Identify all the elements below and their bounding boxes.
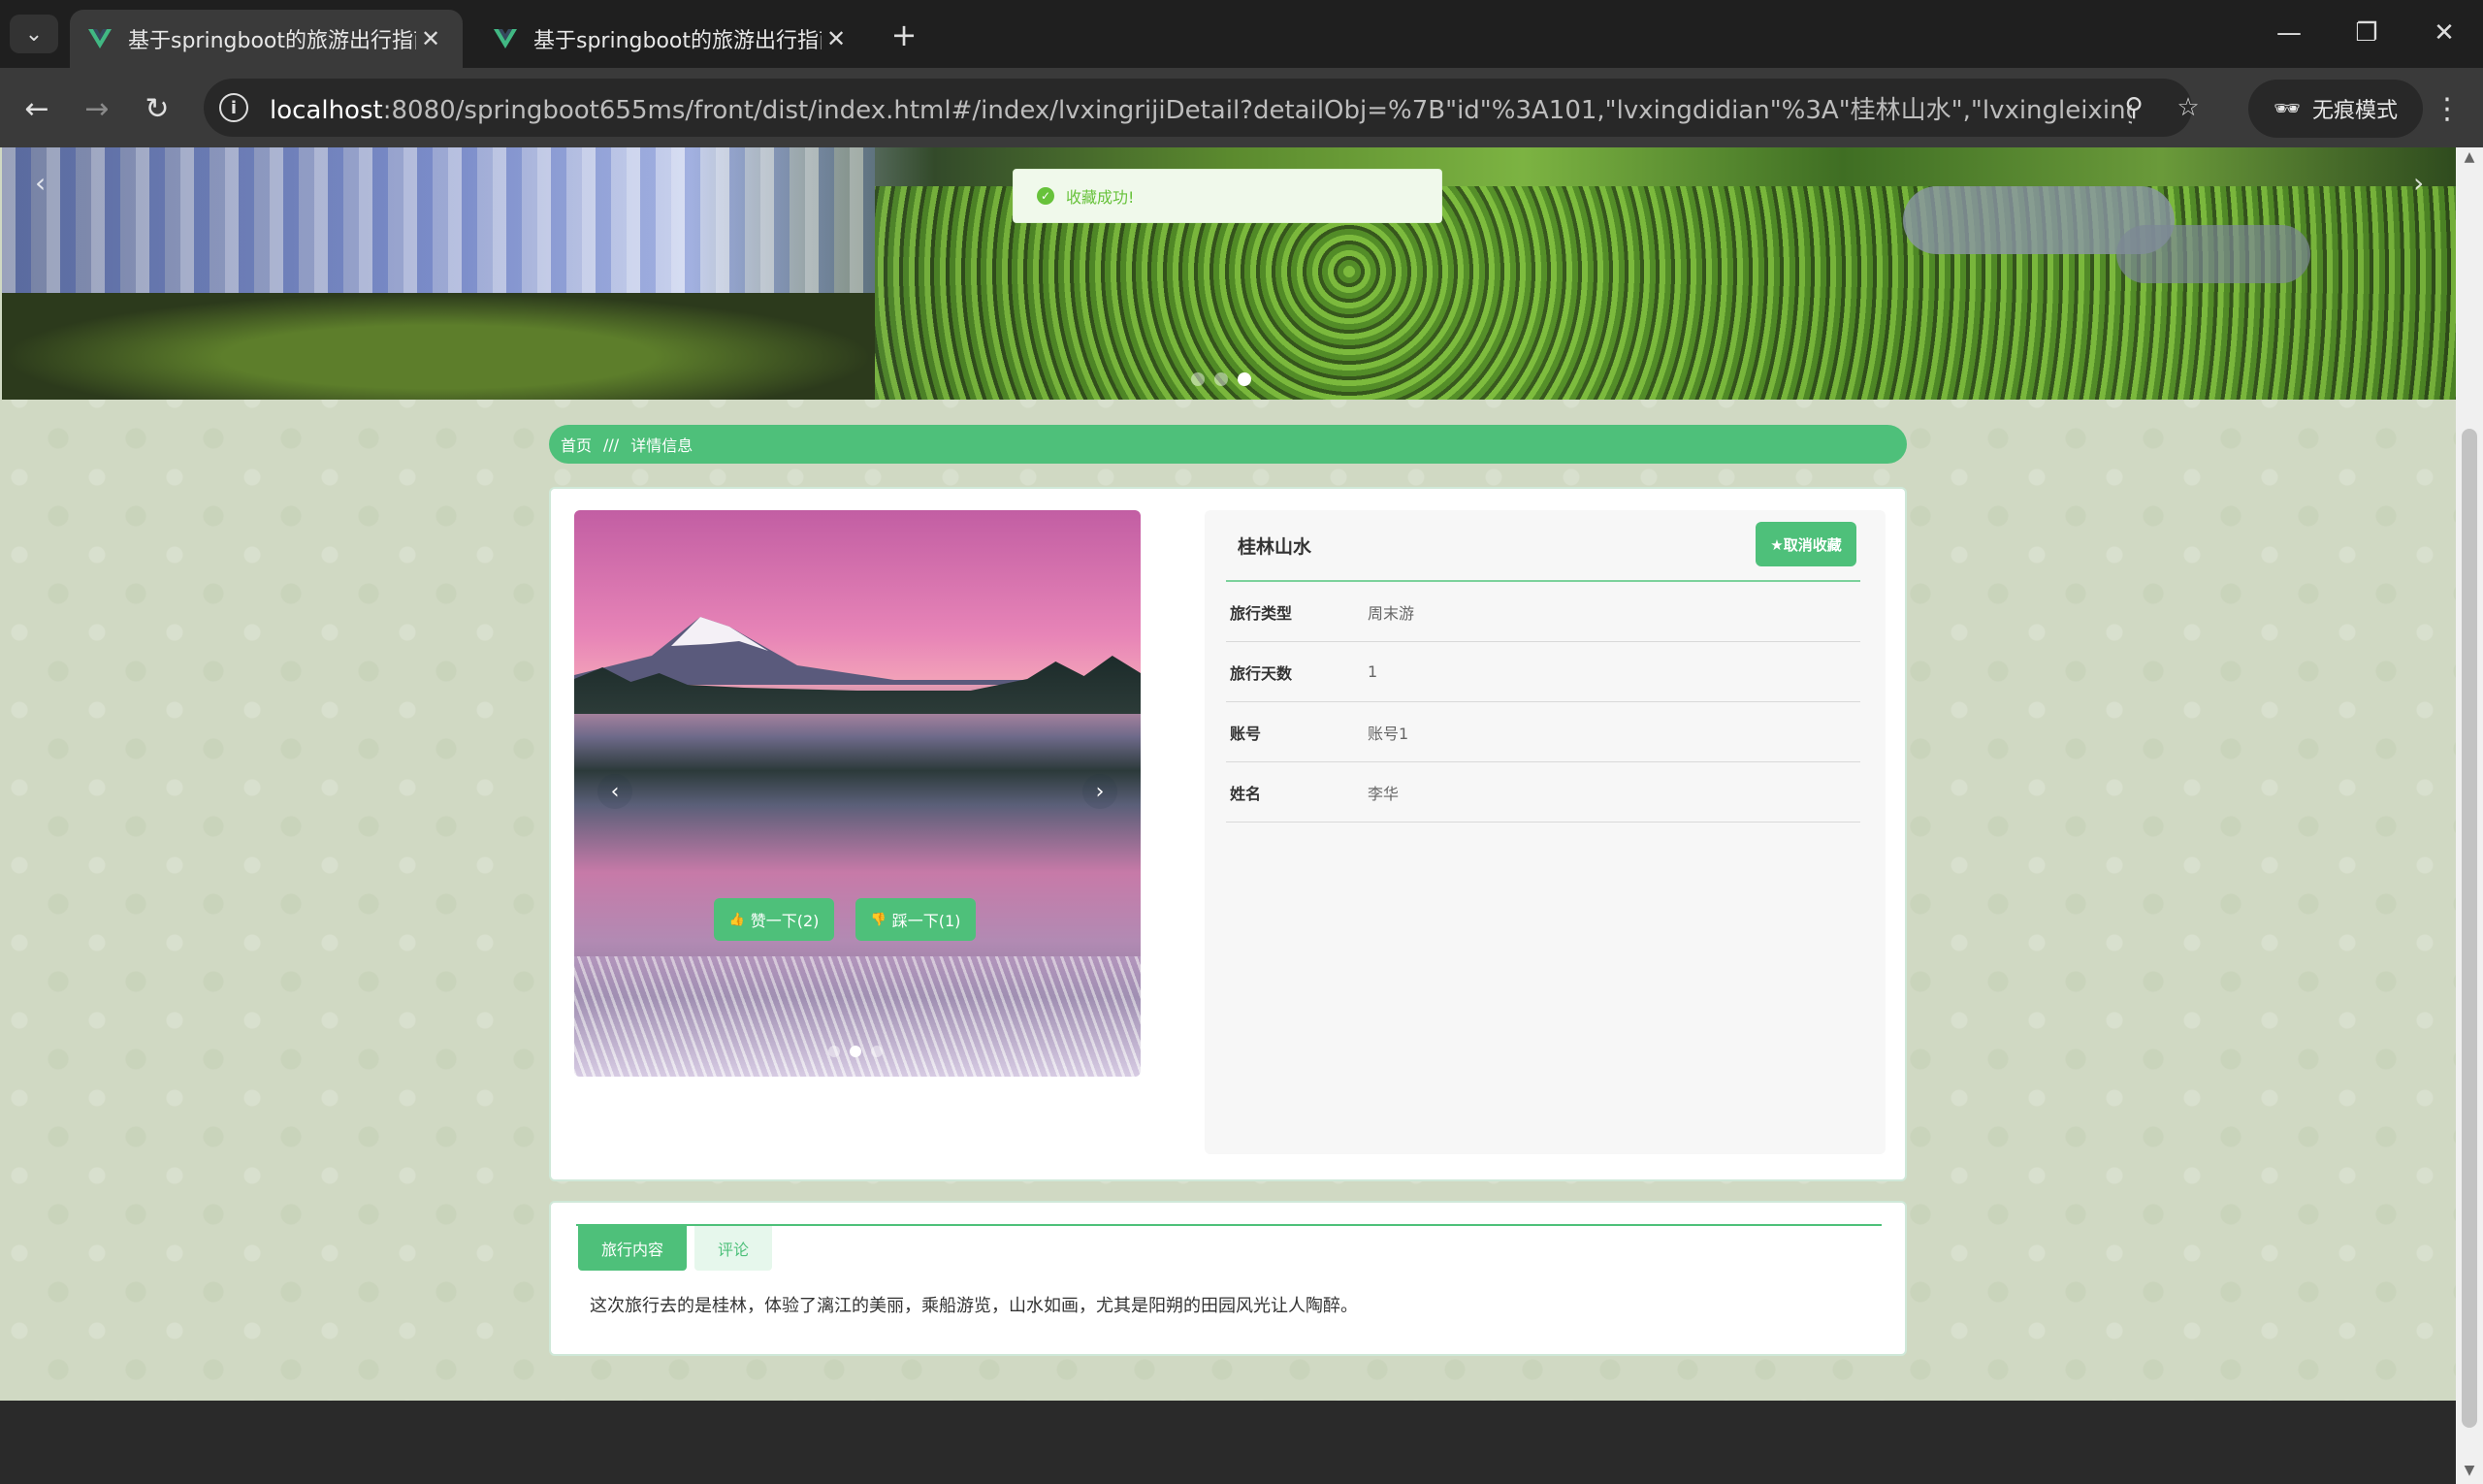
banner-dot[interactable]	[1214, 372, 1228, 386]
field-row: 旅行天数 1	[1226, 642, 1860, 702]
thumb-down-icon: 👎	[870, 912, 887, 927]
dislike-button[interactable]: 👎 踩一下(1)	[855, 898, 976, 941]
detail-card: ‹ › 桂林山水 ★取消收藏 旅行类型 周末游 旅行天数 1 账号 账号1 姓名…	[549, 487, 1907, 1181]
photo-next-icon[interactable]: ›	[1082, 774, 1117, 809]
photo-prev-icon[interactable]: ‹	[597, 774, 632, 809]
incognito-label: 无痕模式	[2311, 99, 2398, 123]
minimize-button[interactable]: —	[2260, 12, 2318, 54]
field-label: 姓名	[1230, 784, 1262, 803]
toast-message: 收藏成功!	[1066, 188, 1135, 207]
like-label: 赞一下(2)	[750, 912, 820, 930]
tab-comments[interactable]: 评论	[694, 1226, 772, 1271]
banner-dot-active[interactable]	[1238, 372, 1251, 386]
photo-dot-active[interactable]	[850, 1046, 861, 1057]
tab-title: 基于springboot的旅游出行指南	[128, 29, 416, 53]
field-value: 账号1	[1368, 724, 1409, 743]
zoom-icon[interactable]: ⚲	[2116, 90, 2151, 125]
field-label: 旅行类型	[1230, 603, 1293, 623]
photo-indicators	[828, 1046, 883, 1057]
browser-tab-active[interactable]: 基于springboot的旅游出行指南 ✕	[70, 10, 463, 68]
window-close-button[interactable]: ✕	[2415, 12, 2473, 54]
unfavorite-button[interactable]: ★取消收藏	[1756, 522, 1856, 566]
incognito-icon: 🕶	[2273, 96, 2301, 121]
address-bar[interactable]: i localhost:8080/springboot655ms/front/d…	[204, 79, 2200, 137]
back-button[interactable]: ←	[16, 87, 58, 130]
restore-button[interactable]: ❐	[2338, 12, 2396, 54]
check-icon: ✓	[1037, 187, 1054, 205]
field-value: 李华	[1368, 784, 1400, 803]
bookmark-star-icon[interactable]: ☆	[2171, 90, 2206, 125]
scrollbar-thumb[interactable]	[2462, 429, 2477, 1428]
photo-carousel: ‹ ›	[574, 510, 1141, 1077]
url-text[interactable]: localhost:8080/springboot655ms/front/dis…	[270, 90, 2132, 126]
tab-title: 基于springboot的旅游出行指南	[533, 29, 822, 53]
field-row: 旅行类型 周末游	[1226, 582, 1860, 642]
tab-travel-content[interactable]: 旅行内容	[578, 1226, 687, 1271]
browser-tab[interactable]: 基于springboot的旅游出行指南 ✕	[475, 10, 868, 68]
info-panel: 桂林山水 ★取消收藏 旅行类型 周末游 旅行天数 1 账号 账号1 姓名 李华	[1205, 510, 1886, 1154]
thumb-up-icon: 👍	[728, 912, 745, 927]
dislike-label: 踩一下(1)	[891, 912, 961, 930]
field-label: 旅行天数	[1230, 663, 1293, 683]
detail-header: 桂林山水 ★取消收藏	[1226, 510, 1860, 582]
like-button[interactable]: 👍 赞一下(2)	[714, 898, 834, 941]
browser-tab-bar: ⌄ 基于springboot的旅游出行指南 ✕ 基于springboot的旅游出…	[0, 0, 2483, 68]
content-tabs-card: 旅行内容 评论 这次旅行去的是桂林，体验了漓江的美丽，乘船游览，山水如画，尤其是…	[549, 1201, 1907, 1356]
breadcrumb-separator: ///	[603, 435, 620, 454]
reload-button[interactable]: ↻	[136, 87, 178, 130]
chevron-down-icon: ⌄	[24, 21, 44, 47]
scroll-down-icon[interactable]: ▼	[2456, 1463, 2483, 1482]
field-label: 账号	[1230, 724, 1262, 743]
new-tab-button[interactable]: +	[885, 16, 923, 53]
close-icon[interactable]: ✕	[416, 25, 445, 52]
browser-menu-button[interactable]: ⋮	[2433, 87, 2462, 130]
incognito-indicator[interactable]: 🕶 无痕模式	[2248, 80, 2423, 138]
success-toast: ✓ 收藏成功!	[1013, 169, 1442, 223]
field-value: 周末游	[1368, 603, 1415, 623]
breadcrumb-current: 详情信息	[630, 436, 693, 455]
field-row: 账号 账号1	[1226, 702, 1860, 762]
vue-logo-icon	[88, 29, 112, 48]
page-scrollbar[interactable]: ▲ ▼	[2456, 147, 2483, 1484]
tab-search-menu[interactable]: ⌄	[10, 15, 58, 53]
page-viewport: ‹ › ✓ 收藏成功! 首页 /// 详情信息 ‹ › 桂林山水 ★取消收藏 旅…	[0, 147, 2483, 1484]
site-info-icon[interactable]: i	[219, 93, 248, 122]
travel-content-text: 这次旅行去的是桂林，体验了漓江的美丽，乘船游览，山水如画，尤其是阳朔的田园风光让…	[590, 1296, 1358, 1316]
breadcrumb-home[interactable]: 首页	[561, 433, 592, 456]
photo-dot[interactable]	[828, 1046, 840, 1057]
scroll-up-icon[interactable]: ▲	[2456, 149, 2483, 169]
detail-title: 桂林山水	[1238, 535, 1312, 558]
field-value: 1	[1368, 662, 1378, 681]
photo-dot[interactable]	[871, 1046, 883, 1057]
page-footer	[0, 1401, 2456, 1484]
banner-indicators	[1191, 372, 1251, 386]
banner-next-icon[interactable]: ›	[2413, 167, 2424, 199]
vue-logo-icon	[494, 29, 517, 48]
forward-button[interactable]: →	[76, 87, 118, 130]
field-row: 姓名 李华	[1226, 762, 1860, 823]
banner-dot[interactable]	[1191, 372, 1205, 386]
breadcrumb: 首页 /// 详情信息	[549, 425, 1907, 464]
banner-prev-icon[interactable]: ‹	[35, 167, 46, 199]
close-icon[interactable]: ✕	[822, 25, 851, 52]
browser-toolbar: ← → ↻ i localhost:8080/springboot655ms/f…	[0, 68, 2483, 147]
